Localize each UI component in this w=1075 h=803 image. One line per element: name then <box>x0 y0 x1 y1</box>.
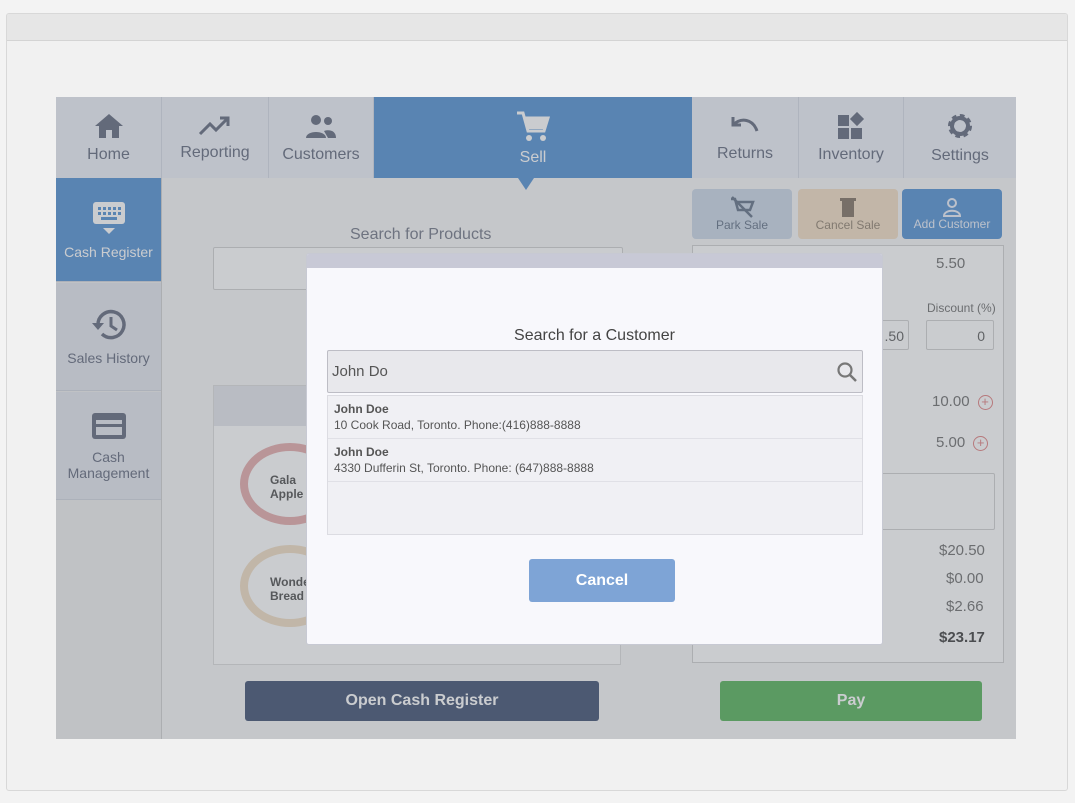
browser-toolbar <box>7 14 1067 41</box>
customer-name: John Doe <box>334 445 389 459</box>
customer-search-modal: Search for a Customer John Doe 10 Cook R… <box>306 253 883 645</box>
customer-results-list: John Doe 10 Cook Road, Toronto. Phone:(4… <box>327 395 863 535</box>
cancel-button[interactable]: Cancel <box>529 559 675 602</box>
customer-result-item[interactable]: John Doe 10 Cook Road, Toronto. Phone:(4… <box>328 396 862 439</box>
customer-name: John Doe <box>334 402 389 416</box>
modal-title: Search for a Customer <box>514 327 675 344</box>
customer-detail: 10 Cook Road, Toronto. Phone:(416)888-88… <box>334 418 581 432</box>
customer-search-field[interactable] <box>327 350 863 393</box>
modal-header-bar <box>307 254 882 268</box>
customer-result-item[interactable]: John Doe 4330 Dufferin St, Toronto. Phon… <box>328 439 862 482</box>
customer-detail: 4330 Dufferin St, Toronto. Phone: (647)8… <box>334 461 594 475</box>
search-icon[interactable] <box>836 361 858 383</box>
customer-search-input[interactable] <box>328 351 818 392</box>
